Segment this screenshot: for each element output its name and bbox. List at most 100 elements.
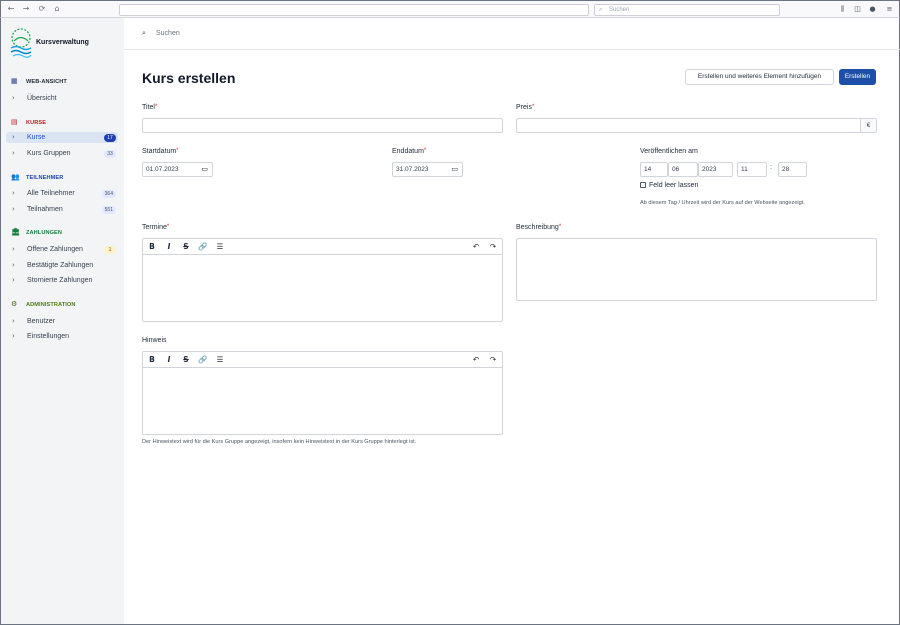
italic-icon[interactable]: I [164, 242, 174, 252]
publish-month-input[interactable]: 06 [668, 162, 698, 177]
undo-icon[interactable]: ↶ [471, 242, 481, 252]
sidebar-item-label: Einstellungen [27, 333, 70, 340]
gear-icon: ⚙ [11, 300, 18, 308]
label-text: Startdatum [142, 148, 177, 155]
nav-group-web-ansicht: ▦ WEB-ANSICHT [11, 77, 67, 85]
required-mark: * [166, 224, 170, 230]
sidebar-item-teilnahmen[interactable]: › Teilnahmen 551 [6, 204, 118, 215]
sidebar-item-stornierte-zahlungen[interactable]: › Stornierte Zahlungen [6, 275, 118, 286]
publish-year-input[interactable]: 2023 [698, 162, 733, 177]
label-text: Enddatum [392, 148, 424, 155]
nav-group-title: WEB-ANSICHT [26, 79, 67, 85]
publish-help-text: Ab diesem Tag / Uhrzeit wird der Kurs au… [640, 200, 805, 206]
back-icon[interactable]: ← [6, 4, 16, 14]
label-text: Beschreibung [516, 224, 559, 231]
browser-search-placeholder: Suchen [609, 7, 630, 13]
bold-icon[interactable]: B [147, 355, 157, 365]
home-icon[interactable]: ⌂ [52, 4, 62, 14]
nav-group-zahlungen: 🏛 ZAHLUNGEN [11, 228, 62, 236]
publish-minute-input[interactable]: 28 [778, 162, 807, 177]
redo-icon[interactable]: ↷ [488, 355, 498, 365]
chevron-right-icon: › [12, 245, 15, 253]
brand[interactable]: Kursverwaltung [9, 28, 119, 62]
chevron-right-icon: › [12, 94, 15, 102]
titel-label: Titel* [142, 104, 157, 111]
termine-editor[interactable]: B I S 🔗 ☰ ↶ ↷ [142, 238, 503, 322]
global-search[interactable]: ⌕ Suchen [124, 18, 900, 50]
sidebar-item-alle-teilnehmer[interactable]: › Alle Teilnehmer 364 [6, 188, 118, 199]
chevron-right-icon: › [12, 276, 15, 284]
publish-label: Veröffentlichen am [640, 148, 698, 155]
redo-icon[interactable]: ↷ [488, 242, 498, 252]
preis-input[interactable]: € [516, 118, 877, 133]
hinweis-label: Hinweis [142, 337, 167, 344]
chevron-right-icon: › [12, 189, 15, 197]
currency-addon: € [860, 119, 876, 132]
chevron-right-icon: › [12, 332, 15, 340]
sidebar-item-benutzer[interactable]: › Benutzer [6, 316, 118, 327]
hinweis-editor[interactable]: B I S 🔗 ☰ ↶ ↷ [142, 351, 503, 435]
italic-icon[interactable]: I [164, 355, 174, 365]
titel-input[interactable] [142, 118, 503, 133]
chevron-right-icon: › [12, 261, 15, 269]
link-icon[interactable]: 🔗 [198, 355, 208, 365]
list-icon[interactable]: ☰ [215, 242, 225, 252]
startdatum-input[interactable]: 01.07.2023 ▭ [142, 162, 213, 177]
sidebar-item-uebersicht[interactable]: › Übersicht [6, 93, 118, 104]
hinweis-help-text: Der Hinweistext wird für die Kurs Gruppe… [142, 439, 417, 445]
enddatum-input[interactable]: 31.07.2023 ▭ [392, 162, 463, 177]
nav-group-administration: ⚙ ADMINISTRATION [11, 300, 75, 308]
calendar-icon[interactable]: ▭ [201, 163, 208, 176]
beschreibung-textarea[interactable] [516, 238, 877, 301]
count-badge: 364 [101, 189, 116, 198]
editor-toolbar: B I S 🔗 ☰ ↶ ↷ [143, 239, 502, 255]
sidebar-item-label: Kurse [27, 134, 46, 141]
list-icon[interactable]: ☰ [215, 355, 225, 365]
logo-icon [10, 28, 32, 58]
forward-icon[interactable]: → [21, 4, 31, 14]
bank-icon: 🏛 [11, 228, 20, 236]
sidebar-item-bestaetigte-zahlungen[interactable]: › Bestätigte Zahlungen [6, 260, 118, 271]
publish-hour-input[interactable]: 11 [737, 162, 767, 177]
sidebar-item-kurs-gruppen[interactable]: › Kurs Gruppen 33 [6, 148, 118, 159]
label-text: Titel [142, 104, 155, 111]
search-placeholder: Suchen [156, 30, 180, 37]
sidebar-item-label: Kurs Gruppen [27, 150, 71, 157]
count-badge: 17 [104, 133, 116, 142]
create-button[interactable]: Erstellen [839, 69, 876, 85]
beschreibung-label: Beschreibung* [516, 224, 561, 231]
undo-icon[interactable]: ↶ [471, 355, 481, 365]
enddatum-label: Enddatum* [392, 148, 426, 155]
required-mark: * [154, 104, 158, 110]
sidebar-item-label: Teilnahmen [27, 206, 63, 213]
link-icon[interactable]: 🔗 [198, 242, 208, 252]
empty-checkbox[interactable] [640, 182, 646, 188]
menu-icon[interactable]: ≡ [885, 5, 894, 14]
sidebar-item-label: Alle Teilnehmer [27, 190, 75, 197]
library-icon[interactable]: ⫼ [838, 5, 847, 14]
count-badge: 33 [104, 149, 116, 158]
required-mark: * [558, 224, 562, 230]
publish-day-input[interactable]: 14 [640, 162, 668, 177]
calendar-icon[interactable]: ▭ [451, 163, 458, 176]
bold-icon[interactable]: B [147, 242, 157, 252]
sidebar-item-offene-zahlungen[interactable]: › Offene Zahlungen 1 [6, 244, 118, 255]
chevron-right-icon: › [12, 317, 15, 325]
users-icon: 👥 [11, 173, 20, 181]
preis-label: Preis* [516, 104, 534, 111]
sidebar-item-kurse[interactable]: › Kurse 17 [6, 132, 118, 143]
browser-search-input[interactable]: ⌕ Suchen [594, 4, 780, 16]
startdatum-value: 01.07.2023 [146, 166, 179, 173]
page-title: Kurs erstellen [142, 70, 236, 86]
create-and-add-another-button[interactable]: Erstellen und weiteres Element hinzufüge… [685, 69, 834, 85]
label-text: Preis [516, 104, 532, 111]
sidebar-icon[interactable]: ◫ [853, 5, 862, 14]
address-bar[interactable] [119, 4, 589, 16]
account-icon[interactable]: ● [868, 5, 877, 14]
empty-checkbox-label[interactable]: Feld leer lassen [649, 182, 698, 189]
reload-icon[interactable]: ⟳ [37, 4, 47, 14]
strikethrough-icon[interactable]: S [181, 355, 191, 365]
sidebar-item-einstellungen[interactable]: › Einstellungen [6, 331, 118, 342]
termine-label: Termine* [142, 224, 169, 231]
strikethrough-icon[interactable]: S [181, 242, 191, 252]
